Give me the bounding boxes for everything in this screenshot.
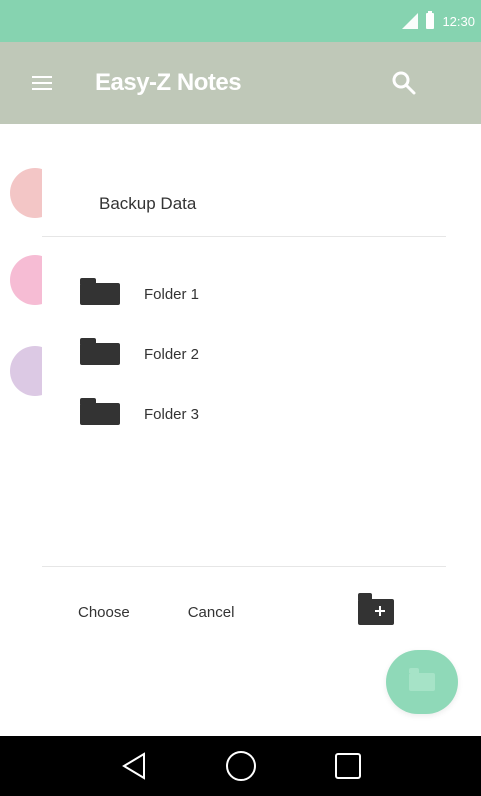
add-folder-icon — [409, 668, 435, 691]
new-folder-icon[interactable] — [358, 593, 394, 625]
backup-dialog: Backup Data Folder 1 Folder 2 Folder 3 C… — [42, 140, 446, 640]
list-item-folder-3[interactable]: Folder 3 — [80, 384, 199, 444]
status-bar: 12:30 — [0, 0, 481, 42]
folder-list: Folder 1 Folder 2 Folder 3 — [80, 264, 199, 444]
list-item-folder-2[interactable]: Folder 2 — [80, 324, 199, 384]
folder-icon — [80, 398, 120, 425]
divider — [42, 566, 446, 567]
cancel-button[interactable]: Cancel — [188, 604, 235, 621]
app-bar: Easy-Z Notes — [0, 42, 481, 124]
app-title: Easy-Z Notes — [95, 69, 242, 96]
choose-button[interactable]: Choose — [78, 604, 130, 621]
dialog-actions: Choose Cancel — [42, 592, 446, 632]
status-icons: 12:30 — [402, 11, 475, 29]
folder-icon — [80, 278, 120, 305]
search-icon[interactable] — [391, 70, 417, 96]
hamburger-menu-icon[interactable] — [32, 76, 52, 90]
status-time: 12:30 — [442, 13, 475, 29]
folder-icon — [80, 338, 120, 365]
home-circle-icon[interactable] — [221, 746, 261, 786]
battery-icon — [426, 11, 435, 29]
list-item-folder-1[interactable]: Folder 1 — [80, 264, 199, 324]
recents-square-icon[interactable] — [328, 746, 368, 786]
signal-icon — [402, 13, 419, 29]
dialog-title: Backup Data — [99, 194, 197, 213]
navigation-bar — [0, 736, 481, 796]
folder-label: Folder 2 — [144, 345, 200, 363]
divider — [42, 236, 446, 237]
folder-label: Folder 1 — [144, 285, 200, 303]
back-triangle-icon[interactable] — [114, 746, 154, 786]
fab-add-folder-button[interactable] — [386, 650, 458, 714]
folder-label: Folder 3 — [144, 405, 200, 423]
